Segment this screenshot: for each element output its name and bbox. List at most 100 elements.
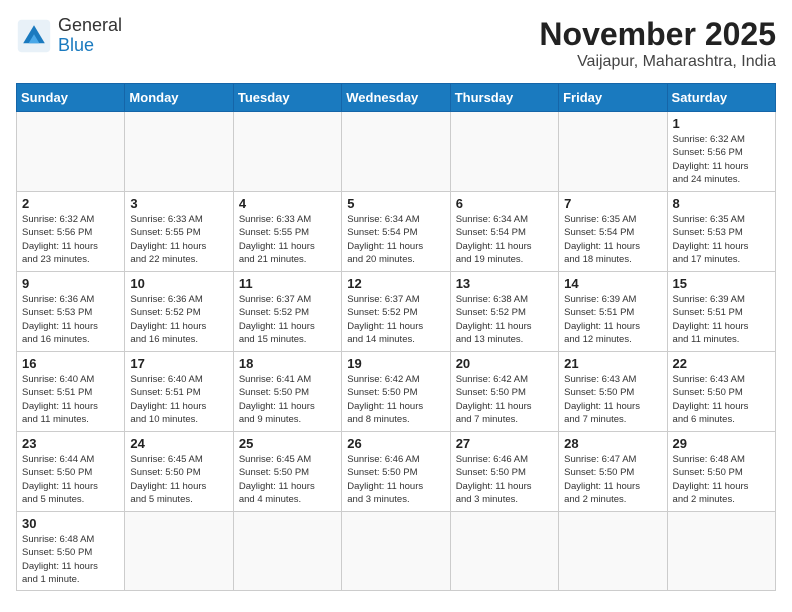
- day-info: Sunrise: 6:42 AMSunset: 5:50 PMDaylight:…: [456, 373, 553, 426]
- calendar-cell: [342, 112, 450, 192]
- calendar-week-row: 9 Sunrise: 6:36 AMSunset: 5:53 PMDaylight…: [17, 272, 776, 352]
- day-info: Sunrise: 6:46 AMSunset: 5:50 PMDaylight:…: [456, 453, 553, 506]
- day-info: Sunrise: 6:37 AMSunset: 5:52 PMDaylight:…: [239, 293, 336, 346]
- calendar-cell: [125, 512, 233, 591]
- day-number: 29: [673, 436, 770, 451]
- calendar-cell: 8 Sunrise: 6:35 AMSunset: 5:53 PMDaylight…: [667, 192, 775, 272]
- day-header-tuesday: Tuesday: [233, 84, 341, 112]
- calendar-cell: 5 Sunrise: 6:34 AMSunset: 5:54 PMDaylight…: [342, 192, 450, 272]
- calendar-week-row: 23Sunrise: 6:44 AMSunset: 5:50 PMDayligh…: [17, 432, 776, 512]
- day-info: Sunrise: 6:39 AMSunset: 5:51 PMDaylight:…: [564, 293, 661, 346]
- calendar-cell: [125, 112, 233, 192]
- day-number: 11: [239, 276, 336, 291]
- calendar-week-row: 30 Sunrise: 6:48 AMSunset: 5:50 PMDayligh…: [17, 512, 776, 591]
- day-number: 25: [239, 436, 336, 451]
- calendar-week-row: 16 Sunrise: 6:40 AMSunset: 5:51 PMDayligh…: [17, 352, 776, 432]
- calendar-cell: [17, 112, 125, 192]
- title-block: November 2025 Vaijapur, Maharashtra, Ind…: [539, 16, 776, 71]
- day-number: 24: [130, 436, 227, 451]
- calendar-cell: 23Sunrise: 6:44 AMSunset: 5:50 PMDayligh…: [17, 432, 125, 512]
- day-header-sunday: Sunday: [17, 84, 125, 112]
- day-info: Sunrise: 6:40 AMSunset: 5:51 PMDaylight:…: [130, 373, 227, 426]
- calendar-week-row: 1 Sunrise: 6:32 AMSunset: 5:56 PMDaylight…: [17, 112, 776, 192]
- day-number: 28: [564, 436, 661, 451]
- day-info: Sunrise: 6:47 AMSunset: 5:50 PMDaylight:…: [564, 453, 661, 506]
- calendar-cell: [342, 512, 450, 591]
- calendar-cell: 18 Sunrise: 6:41 AMSunset: 5:50 PMDayligh…: [233, 352, 341, 432]
- day-info: Sunrise: 6:35 AMSunset: 5:53 PMDaylight:…: [673, 213, 770, 266]
- calendar-cell: 3Sunrise: 6:33 AMSunset: 5:55 PMDaylight…: [125, 192, 233, 272]
- day-number: 26: [347, 436, 444, 451]
- calendar-cell: 15 Sunrise: 6:39 AMSunset: 5:51 PMDayligh…: [667, 272, 775, 352]
- day-info: Sunrise: 6:37 AMSunset: 5:52 PMDaylight:…: [347, 293, 444, 346]
- day-number: 17: [130, 356, 227, 371]
- day-info: Sunrise: 6:34 AMSunset: 5:54 PMDaylight:…: [347, 213, 444, 266]
- logo-text: General Blue: [58, 16, 122, 56]
- day-info: Sunrise: 6:32 AMSunset: 5:56 PMDaylight:…: [22, 213, 119, 266]
- day-info: Sunrise: 6:43 AMSunset: 5:50 PMDaylight:…: [673, 373, 770, 426]
- day-number: 21: [564, 356, 661, 371]
- day-info: Sunrise: 6:48 AMSunset: 5:50 PMDaylight:…: [22, 533, 119, 586]
- logo-icon: [16, 18, 52, 54]
- calendar-cell: [450, 512, 558, 591]
- day-info: Sunrise: 6:45 AMSunset: 5:50 PMDaylight:…: [130, 453, 227, 506]
- day-number: 14: [564, 276, 661, 291]
- month-title: November 2025: [539, 16, 776, 53]
- calendar-cell: 20 Sunrise: 6:42 AMSunset: 5:50 PMDayligh…: [450, 352, 558, 432]
- day-number: 9: [22, 276, 119, 291]
- calendar-cell: 14 Sunrise: 6:39 AMSunset: 5:51 PMDayligh…: [559, 272, 667, 352]
- day-number: 8: [673, 196, 770, 211]
- page-header: General Blue November 2025 Vaijapur, Mah…: [16, 16, 776, 71]
- calendar-cell: [667, 512, 775, 591]
- day-number: 13: [456, 276, 553, 291]
- calendar-cell: 16Sunrise: 6:40 AMSunset: 5:51 PMDayligh…: [17, 352, 125, 432]
- day-info: Sunrise: 6:33 AMSunset: 5:55 PMDaylight:…: [239, 213, 336, 266]
- calendar-cell: 29 Sunrise: 6:48 AMSunset: 5:50 PMDayligh…: [667, 432, 775, 512]
- day-number: 6: [456, 196, 553, 211]
- day-number: 19: [347, 356, 444, 371]
- calendar-cell: 27Sunrise: 6:46 AMSunset: 5:50 PMDayligh…: [450, 432, 558, 512]
- day-number: 1: [673, 116, 770, 131]
- day-header-saturday: Saturday: [667, 84, 775, 112]
- day-info: Sunrise: 6:41 AMSunset: 5:50 PMDaylight:…: [239, 373, 336, 426]
- calendar-cell: 11 Sunrise: 6:37 AMSunset: 5:52 PMDayligh…: [233, 272, 341, 352]
- day-info: Sunrise: 6:36 AMSunset: 5:53 PMDaylight:…: [22, 293, 119, 346]
- day-number: 4: [239, 196, 336, 211]
- day-header-friday: Friday: [559, 84, 667, 112]
- logo: General Blue: [16, 16, 122, 56]
- day-number: 7: [564, 196, 661, 211]
- calendar-cell: 25Sunrise: 6:45 AMSunset: 5:50 PMDayligh…: [233, 432, 341, 512]
- day-number: 12: [347, 276, 444, 291]
- day-number: 30: [22, 516, 119, 531]
- day-number: 5: [347, 196, 444, 211]
- calendar-week-row: 2 Sunrise: 6:32 AMSunset: 5:56 PMDaylight…: [17, 192, 776, 272]
- calendar-cell: [450, 112, 558, 192]
- day-info: Sunrise: 6:35 AMSunset: 5:54 PMDaylight:…: [564, 213, 661, 266]
- day-info: Sunrise: 6:48 AMSunset: 5:50 PMDaylight:…: [673, 453, 770, 506]
- calendar-cell: 24 Sunrise: 6:45 AMSunset: 5:50 PMDayligh…: [125, 432, 233, 512]
- day-number: 10: [130, 276, 227, 291]
- day-number: 20: [456, 356, 553, 371]
- day-number: 18: [239, 356, 336, 371]
- day-info: Sunrise: 6:34 AMSunset: 5:54 PMDaylight:…: [456, 213, 553, 266]
- calendar-cell: [559, 512, 667, 591]
- day-number: 16: [22, 356, 119, 371]
- day-info: Sunrise: 6:32 AMSunset: 5:56 PMDaylight:…: [673, 133, 770, 186]
- day-number: 15: [673, 276, 770, 291]
- calendar-header-row: SundayMondayTuesdayWednesdayThursdayFrid…: [17, 84, 776, 112]
- day-info: Sunrise: 6:39 AMSunset: 5:51 PMDaylight:…: [673, 293, 770, 346]
- calendar-cell: 1 Sunrise: 6:32 AMSunset: 5:56 PMDaylight…: [667, 112, 775, 192]
- day-info: Sunrise: 6:38 AMSunset: 5:52 PMDaylight:…: [456, 293, 553, 346]
- calendar-cell: 26Sunrise: 6:46 AMSunset: 5:50 PMDayligh…: [342, 432, 450, 512]
- calendar-cell: 2 Sunrise: 6:32 AMSunset: 5:56 PMDaylight…: [17, 192, 125, 272]
- location: Vaijapur, Maharashtra, India: [539, 53, 776, 71]
- day-number: 23: [22, 436, 119, 451]
- calendar-cell: 13 Sunrise: 6:38 AMSunset: 5:52 PMDayligh…: [450, 272, 558, 352]
- day-number: 2: [22, 196, 119, 211]
- calendar-cell: 17 Sunrise: 6:40 AMSunset: 5:51 PMDayligh…: [125, 352, 233, 432]
- calendar-cell: 22Sunrise: 6:43 AMSunset: 5:50 PMDayligh…: [667, 352, 775, 432]
- calendar-cell: 19Sunrise: 6:42 AMSunset: 5:50 PMDayligh…: [342, 352, 450, 432]
- calendar-table: SundayMondayTuesdayWednesdayThursdayFrid…: [16, 83, 776, 591]
- day-header-monday: Monday: [125, 84, 233, 112]
- calendar-cell: 21Sunrise: 6:43 AMSunset: 5:50 PMDayligh…: [559, 352, 667, 432]
